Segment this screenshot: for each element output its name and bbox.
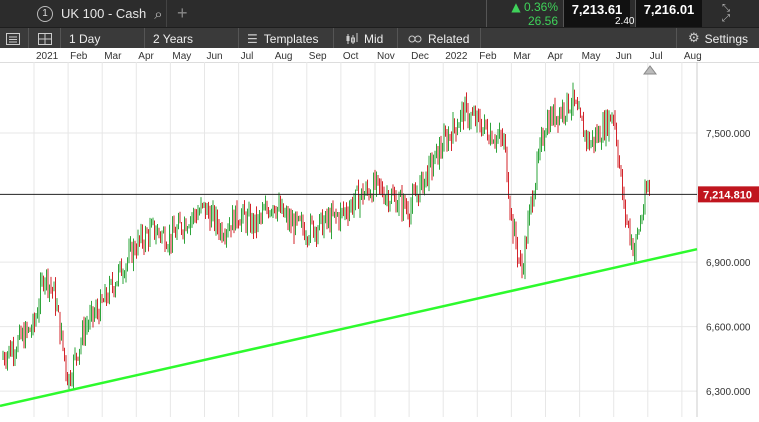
search-icon[interactable]: ⌕ bbox=[154, 5, 162, 23]
time-axis-label: Apr bbox=[138, 51, 154, 62]
chart-canvas[interactable]: 7,500.000 6,900.000 6,600.000 6,300.000 7,21… bbox=[0, 62, 759, 417]
top-bar: 1 UK 100 - Cash ⌕ + ▲ 0.36% 26.56 7,213.… bbox=[0, 0, 759, 28]
divider bbox=[676, 28, 677, 49]
divider bbox=[480, 28, 481, 49]
price-axis-label: 6,900.000 bbox=[706, 258, 751, 269]
divider bbox=[144, 28, 145, 49]
time-axis-label: Dec bbox=[411, 51, 429, 62]
settings-label: Settings bbox=[704, 31, 749, 46]
time-axis-svg: 2021 Feb Mar Apr May Jun Jul Aug Sep Oct Nov Dec 202… bbox=[36, 51, 702, 62]
up-arrow-icon: ▲ bbox=[511, 0, 521, 14]
templates-button[interactable]: ☰ Templates bbox=[247, 28, 318, 49]
spread-value: 2.40 bbox=[615, 16, 635, 27]
time-axis-label: Feb bbox=[70, 51, 88, 62]
layout-grid-icon[interactable] bbox=[38, 28, 52, 49]
time-axis-label: May bbox=[582, 51, 601, 62]
range-select[interactable]: 2 Years bbox=[153, 28, 193, 49]
sliders-icon: ☰ bbox=[247, 31, 258, 46]
price-axis-label: 6,300.000 bbox=[706, 387, 751, 398]
tab-number: 1 bbox=[37, 5, 53, 22]
expand-icon[interactable]: ⤡ ⤢ bbox=[722, 0, 730, 27]
related-button[interactable]: Related bbox=[408, 28, 469, 49]
divider bbox=[238, 28, 239, 49]
templates-label: Templates bbox=[263, 31, 319, 46]
divider bbox=[333, 28, 334, 49]
time-axis-label: Sep bbox=[309, 51, 327, 62]
scroll-marker-icon bbox=[643, 65, 657, 75]
price-chart[interactable]: 7,500.000 6,900.000 6,600.000 6,300.000 7,21… bbox=[0, 62, 759, 417]
trend-line bbox=[0, 247, 698, 408]
gear-icon: ⚙ bbox=[688, 31, 700, 46]
time-axis-label: Apr bbox=[548, 51, 564, 62]
time-axis-label: Aug bbox=[275, 51, 293, 62]
candlestick-icon bbox=[346, 32, 358, 44]
time-axis-label: Oct bbox=[343, 51, 359, 62]
related-label: Related bbox=[428, 31, 470, 46]
bid-price: 7,213.61 bbox=[571, 2, 623, 17]
current-price-label: 7,214.810 bbox=[703, 189, 752, 201]
time-axis-label: 2022 bbox=[445, 51, 468, 62]
change-box: ▲ 0.36% 26.56 bbox=[486, 0, 562, 28]
time-axis-label: Jun bbox=[207, 51, 223, 62]
price-axis-label: 7,500.000 bbox=[706, 129, 751, 140]
ask-price-box[interactable]: 7,216.01 bbox=[635, 0, 702, 27]
settings-button[interactable]: ⚙ Settings bbox=[688, 28, 748, 49]
price-type-label: Mid bbox=[364, 31, 384, 46]
time-axis-label: Jul bbox=[241, 51, 254, 62]
divider bbox=[28, 28, 29, 49]
price-axis-label: 6,600.000 bbox=[706, 323, 751, 334]
divider bbox=[397, 28, 398, 49]
time-axis-label: Mar bbox=[513, 51, 531, 62]
change-points: 26.56 bbox=[527, 14, 558, 28]
price-type-button[interactable]: Mid bbox=[345, 28, 383, 49]
instrument-tab[interactable]: 1 UK 100 - Cash ⌕ bbox=[37, 0, 163, 27]
instrument-name: UK 100 - Cash bbox=[61, 6, 147, 21]
time-axis-label: Aug bbox=[684, 51, 702, 62]
time-axis-label: Feb bbox=[479, 51, 497, 62]
ask-price: 7,216.01 bbox=[643, 2, 695, 17]
time-axis-label: May bbox=[172, 51, 191, 62]
divider bbox=[60, 28, 61, 49]
time-axis-label: 2021 bbox=[36, 51, 59, 62]
divider bbox=[166, 0, 167, 27]
interval-select[interactable]: 1 Day bbox=[69, 28, 100, 49]
menu-icon[interactable] bbox=[6, 28, 20, 49]
time-axis-label: Jun bbox=[616, 51, 632, 62]
chart-toolbar: 1 Day 2 Years ☰ Templates Mid Related ⚙ … bbox=[0, 27, 759, 49]
change-percent: 0.36% bbox=[523, 0, 558, 14]
time-axis: 2021 Feb Mar Apr May Jun Jul Aug Sep Oct Nov Dec 202… bbox=[0, 48, 759, 63]
time-axis-label: Mar bbox=[104, 51, 122, 62]
time-axis-label: Jul bbox=[650, 51, 663, 62]
time-axis-label: Nov bbox=[377, 51, 395, 62]
link-icon bbox=[408, 35, 422, 42]
add-tab-icon[interactable]: + bbox=[177, 0, 188, 27]
